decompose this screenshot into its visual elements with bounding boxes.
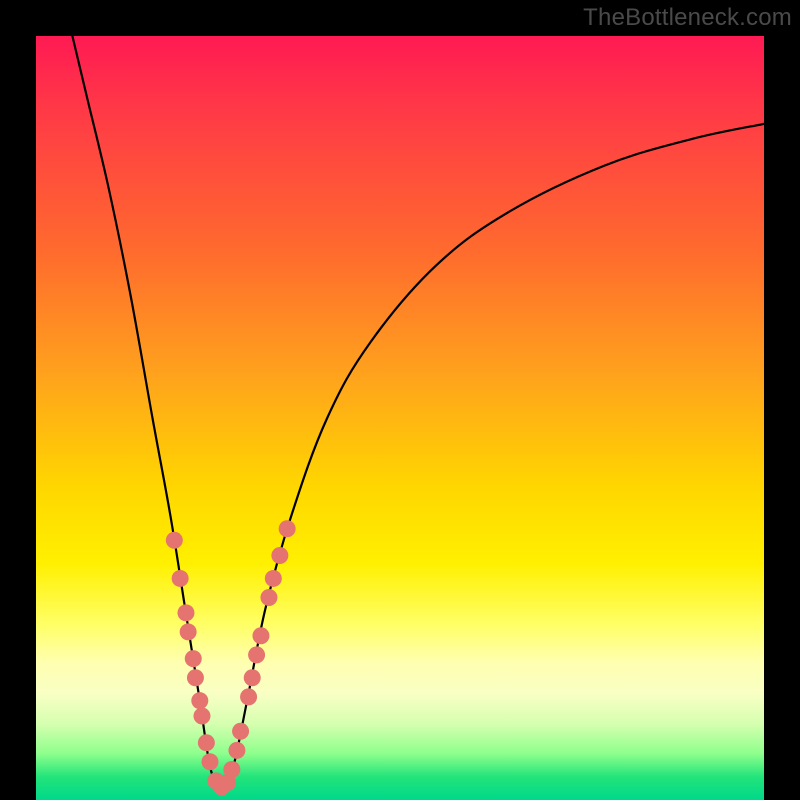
curve-svg — [36, 36, 764, 800]
bottleneck-curve — [72, 36, 764, 789]
data-dot — [228, 742, 245, 759]
plot-area — [36, 36, 764, 800]
data-dot — [248, 646, 265, 663]
data-dot — [191, 692, 208, 709]
data-dot — [271, 547, 288, 564]
data-dot — [265, 570, 282, 587]
data-dot — [172, 570, 189, 587]
data-dot — [193, 707, 210, 724]
data-dot — [187, 669, 204, 686]
data-dot — [198, 734, 215, 751]
data-dot — [244, 669, 261, 686]
data-dot — [201, 753, 218, 770]
dots-group — [166, 520, 296, 795]
data-dot — [223, 761, 240, 778]
data-dot — [232, 723, 249, 740]
data-dot — [260, 589, 277, 606]
data-dot — [252, 627, 269, 644]
chart-frame: TheBottleneck.com — [0, 0, 800, 800]
data-dot — [185, 650, 202, 667]
watermark-text: TheBottleneck.com — [583, 4, 792, 32]
data-dot — [177, 604, 194, 621]
data-dot — [279, 520, 296, 537]
data-dot — [240, 688, 257, 705]
data-dot — [166, 532, 183, 549]
data-dot — [180, 623, 197, 640]
